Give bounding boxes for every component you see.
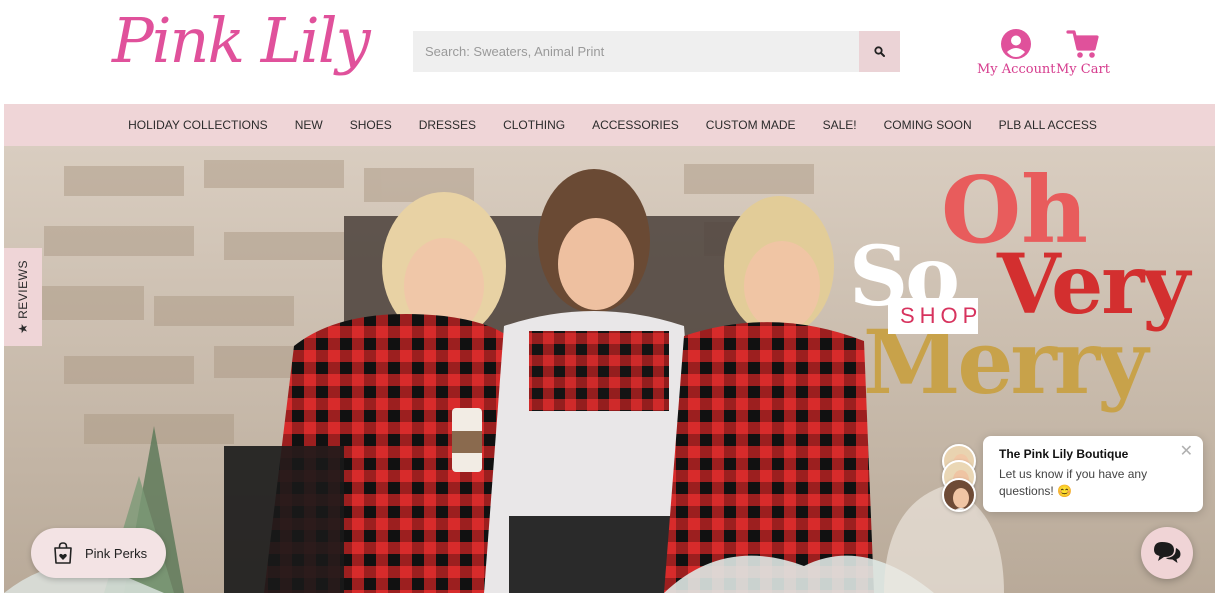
nav-item-custom-made[interactable]: CUSTOM MADE	[706, 118, 796, 132]
search-icon	[874, 46, 885, 57]
my-account-link[interactable]: My Account	[977, 28, 1056, 77]
shop-button[interactable]: SHOP	[888, 298, 978, 334]
chat-launcher-button[interactable]	[1141, 527, 1193, 579]
nav-item-dresses[interactable]: DRESSES	[419, 118, 476, 132]
nav-item-shoes[interactable]: SHOES	[350, 118, 392, 132]
user-circle-icon	[1001, 29, 1032, 59]
main-nav: HOLIDAY COLLECTIONS NEW SHOES DRESSES CL…	[4, 104, 1215, 146]
chat-popup-title: The Pink Lily Boutique	[999, 447, 1129, 461]
reviews-tab-label: ★ REVIEWS	[16, 260, 30, 334]
chat-bubbles-icon	[1154, 542, 1181, 563]
nav-item-coming-soon[interactable]: COMING SOON	[884, 118, 972, 132]
chat-popup-message: Let us know if you have any questions! 😊	[999, 467, 1148, 498]
my-account-label: My Account	[977, 62, 1056, 77]
my-cart-link[interactable]: My Cart	[1056, 28, 1110, 77]
shopping-bag-heart-icon	[54, 542, 72, 564]
hero-headline: Oh So Very Merry	[849, 164, 1209, 424]
avatar	[942, 478, 976, 512]
chat-agent-avatars	[940, 442, 980, 516]
cart-icon	[1066, 30, 1099, 58]
page: Pink Lily My Account	[0, 0, 1215, 593]
logo[interactable]: Pink Lily	[112, 4, 371, 77]
reviews-tab[interactable]: ★ REVIEWS	[4, 248, 42, 346]
pink-perks-button[interactable]: Pink Perks	[31, 528, 166, 578]
chat-popup[interactable]: The Pink Lily Boutique Let us know if yo…	[983, 436, 1203, 512]
search-input[interactable]	[413, 31, 859, 72]
my-cart-label: My Cart	[1056, 62, 1110, 77]
site-header: Pink Lily My Account	[0, 0, 1215, 104]
search-button[interactable]	[859, 31, 900, 72]
hero-banner[interactable]: Oh So Very Merry	[4, 146, 1215, 593]
close-icon[interactable]: ✕	[1180, 444, 1193, 460]
nav-item-sale[interactable]: SALE!	[823, 118, 857, 132]
nav-item-holiday-collections[interactable]: HOLIDAY COLLECTIONS	[128, 118, 268, 132]
nav-item-accessories[interactable]: ACCESSORIES	[592, 118, 679, 132]
search-bar	[413, 31, 900, 72]
nav-item-clothing[interactable]: CLOTHING	[503, 118, 565, 132]
nav-item-new[interactable]: NEW	[295, 118, 323, 132]
pink-perks-label: Pink Perks	[85, 545, 148, 561]
nav-item-plb-all-access[interactable]: PLB ALL ACCESS	[999, 118, 1097, 132]
